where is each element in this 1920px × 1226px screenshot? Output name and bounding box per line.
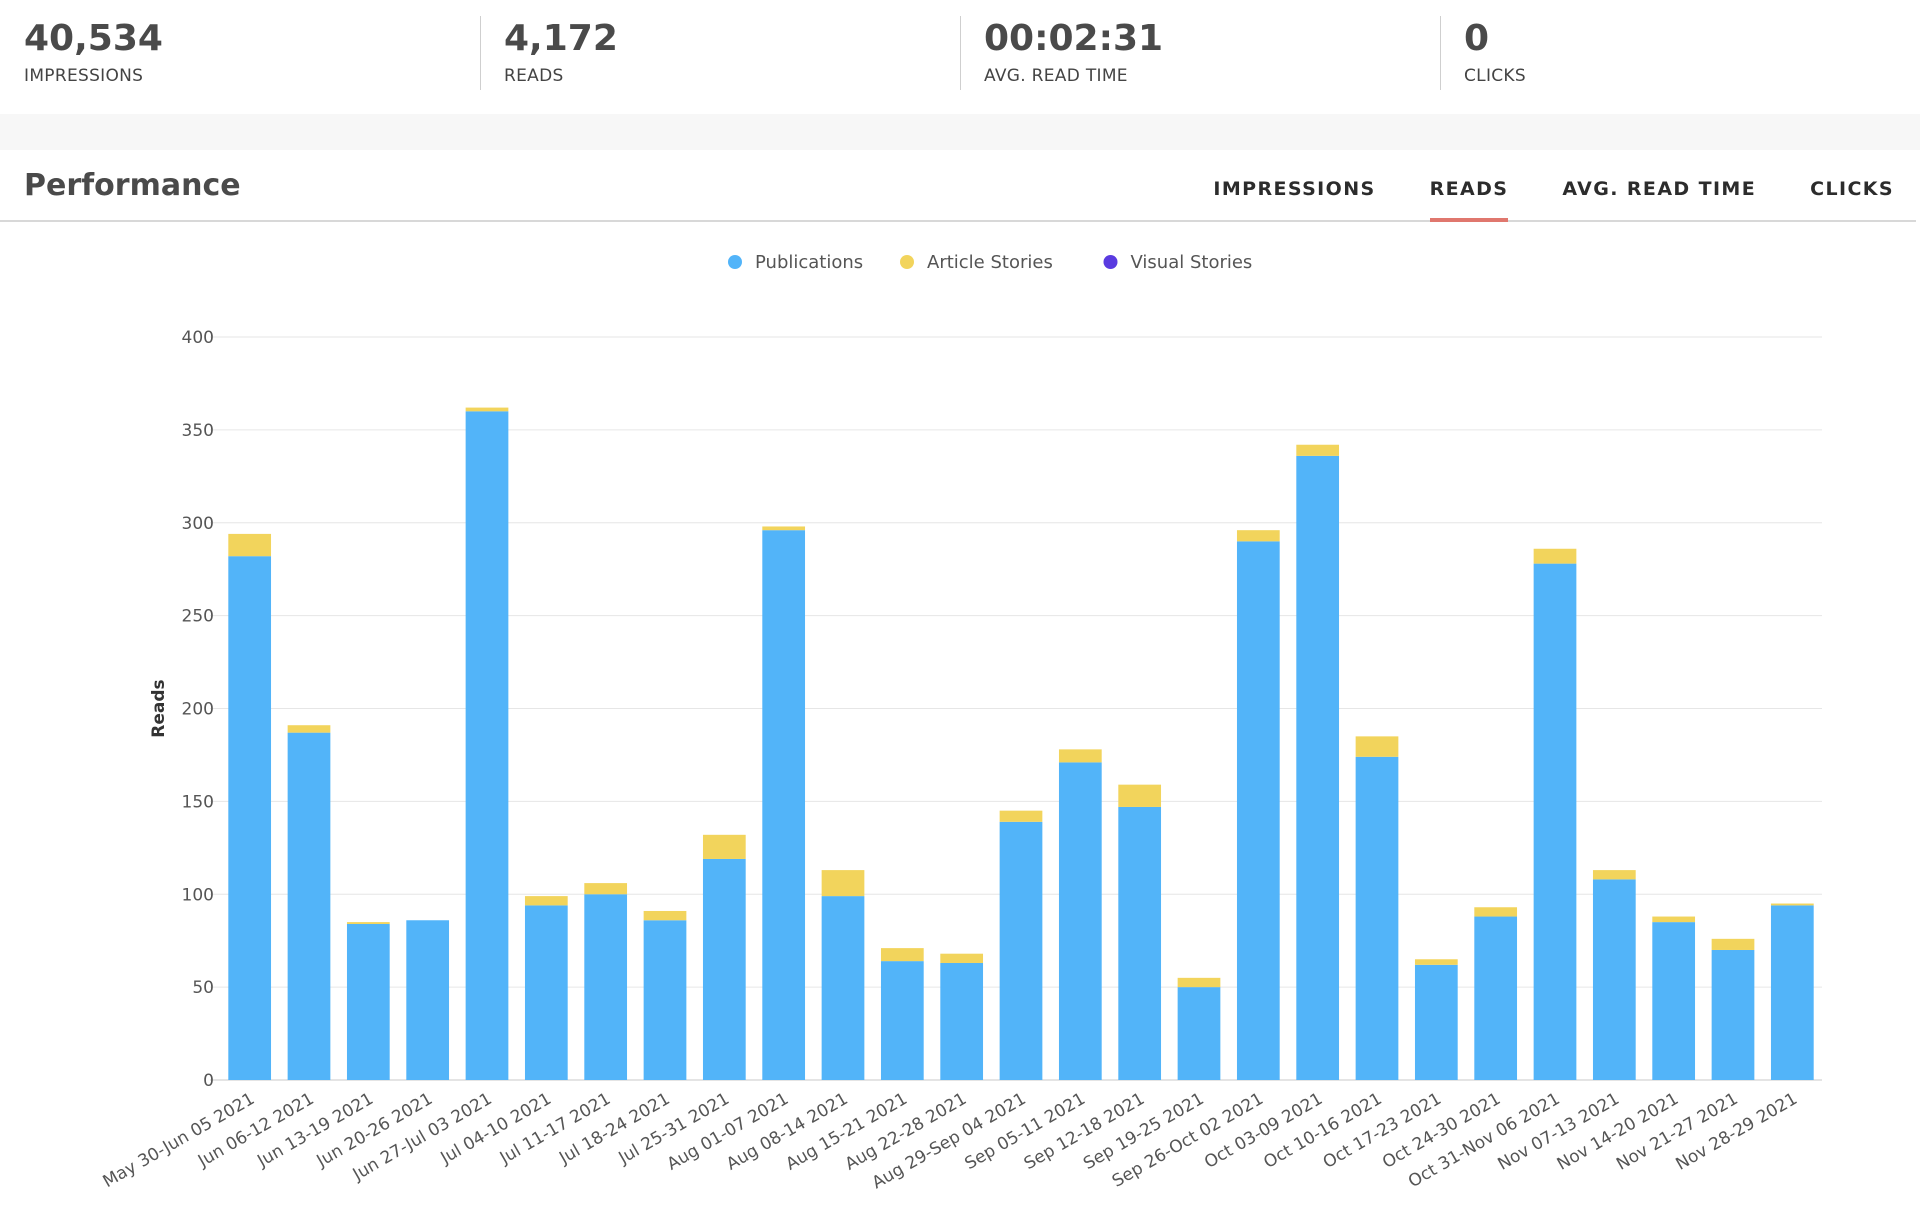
bar-publications[interactable] [821, 896, 865, 1080]
y-tick-label: 50 [192, 978, 214, 998]
bars [228, 407, 1814, 1080]
reads-chart: Publications Article Stories Visual Storie… [0, 222, 1920, 1222]
bar-publications[interactable] [1296, 455, 1340, 1080]
bar-article-stories[interactable] [643, 910, 687, 921]
bar-publications[interactable] [1652, 922, 1696, 1080]
stat-avg-read-time: 00:02:31 AVG. READ TIME [960, 0, 1440, 114]
section-spacer [0, 114, 1920, 150]
stat-value: 0 [1464, 18, 1490, 59]
tab-reads[interactable]: READS [1429, 150, 1509, 222]
bar-article-stories[interactable] [228, 533, 272, 557]
bar-article-stories[interactable] [1474, 907, 1518, 917]
stat-label: CLICKS [1464, 66, 1526, 86]
legend-item-visual-stories[interactable]: Visual Stories [1103, 252, 1253, 273]
bar-article-stories[interactable] [880, 948, 924, 962]
bar-publications[interactable] [1177, 987, 1221, 1080]
legend-label-article-stories: Article Stories [927, 252, 1053, 273]
y-tick-label: 100 [182, 885, 214, 905]
stat-label: IMPRESSIONS [24, 66, 144, 86]
bar-article-stories[interactable] [584, 883, 628, 895]
bar-publications[interactable] [346, 923, 390, 1080]
legend-label-visual-stories: Visual Stories [1131, 252, 1253, 273]
bar-publications[interactable] [406, 920, 450, 1080]
bar-article-stories[interactable] [1118, 784, 1162, 807]
y-tick-label: 0 [203, 1071, 214, 1091]
y-axis-label: Reads [149, 679, 169, 737]
bar-article-stories[interactable] [287, 725, 331, 733]
bar-publications[interactable] [465, 411, 509, 1080]
performance-header: Performance IMPRESSIONS READS AVG. READ … [0, 150, 1916, 222]
bar-article-stories[interactable] [1355, 736, 1399, 757]
bar-publications[interactable] [880, 961, 924, 1080]
bar-publications[interactable] [1414, 964, 1458, 1080]
performance-title: Performance [24, 168, 241, 203]
bar-publications[interactable] [1236, 541, 1280, 1080]
bar-publications[interactable] [643, 920, 687, 1080]
bar-article-stories[interactable] [346, 922, 390, 924]
bar-article-stories[interactable] [524, 896, 568, 906]
legend-marker-publications [728, 255, 742, 269]
bar-article-stories[interactable] [1533, 548, 1577, 564]
y-tick-label: 300 [182, 514, 214, 534]
stat-clicks: 0 CLICKS [1440, 0, 1920, 114]
bar-article-stories[interactable] [465, 407, 509, 412]
bar-article-stories[interactable] [1296, 444, 1340, 456]
bar-publications[interactable] [1355, 756, 1399, 1080]
bar-publications[interactable] [1118, 806, 1162, 1080]
bar-publications[interactable] [762, 530, 806, 1080]
bar-article-stories[interactable] [762, 526, 806, 531]
bar-publications[interactable] [702, 858, 746, 1080]
y-tick-label: 400 [182, 328, 214, 348]
bar-article-stories[interactable] [1652, 916, 1696, 923]
bar-article-stories[interactable] [1058, 749, 1102, 763]
stat-label: READS [504, 66, 564, 86]
stats-summary: 40,534 IMPRESSIONS 4,172 READS 00:02:31 … [0, 0, 1920, 114]
legend-label-publications: Publications [755, 252, 863, 273]
legend-marker-visual-stories [1103, 255, 1118, 269]
stat-impressions: 40,534 IMPRESSIONS [0, 0, 480, 114]
bar-article-stories[interactable] [1770, 903, 1814, 906]
bar-publications[interactable] [1058, 762, 1102, 1080]
tab-clicks[interactable]: CLICKS [1810, 150, 1894, 222]
bar-article-stories[interactable] [821, 870, 865, 897]
bar-publications[interactable] [999, 821, 1043, 1080]
reads-bar-chart: Publications Article Stories Visual Storie… [100, 252, 1822, 1193]
y-tick-label: 200 [182, 700, 214, 720]
bar-article-stories[interactable] [1236, 530, 1280, 542]
tab-avg-read-time[interactable]: AVG. READ TIME [1562, 150, 1756, 222]
bar-publications[interactable] [940, 962, 984, 1080]
bar-publications[interactable] [1711, 949, 1755, 1080]
bar-article-stories[interactable] [1414, 959, 1458, 965]
y-tick-label: 250 [182, 607, 214, 627]
stat-value: 40,534 [24, 18, 163, 59]
bar-publications[interactable] [1474, 916, 1518, 1080]
tab-impressions[interactable]: IMPRESSIONS [1213, 150, 1375, 222]
chart-legend: Publications Article Stories Visual Storie… [728, 252, 1252, 273]
y-tick-label: 350 [182, 421, 214, 441]
bar-publications[interactable] [1592, 879, 1636, 1080]
bar-publications[interactable] [228, 556, 272, 1080]
bar-publications[interactable] [524, 905, 568, 1080]
metric-tabs: IMPRESSIONS READS AVG. READ TIME CLICKS [1159, 150, 1894, 222]
legend-item-article-stories[interactable]: Article Stories [900, 252, 1053, 273]
bar-article-stories[interactable] [1177, 977, 1221, 988]
bar-article-stories[interactable] [1711, 938, 1755, 950]
bar-publications[interactable] [1533, 563, 1577, 1080]
stat-value: 00:02:31 [984, 18, 1164, 59]
bar-article-stories[interactable] [702, 834, 746, 859]
stat-value: 4,172 [504, 18, 618, 59]
bar-publications[interactable] [584, 894, 628, 1080]
bar-publications[interactable] [287, 732, 331, 1080]
legend-marker-article-stories [900, 255, 914, 269]
stat-label: AVG. READ TIME [984, 66, 1128, 86]
y-tick-label: 150 [182, 792, 214, 812]
bar-article-stories[interactable] [1592, 870, 1636, 880]
bar-article-stories[interactable] [940, 953, 984, 963]
legend-item-publications[interactable]: Publications [728, 252, 863, 273]
bar-article-stories[interactable] [999, 810, 1043, 822]
bar-publications[interactable] [1770, 905, 1814, 1080]
stat-reads: 4,172 READS [480, 0, 960, 114]
